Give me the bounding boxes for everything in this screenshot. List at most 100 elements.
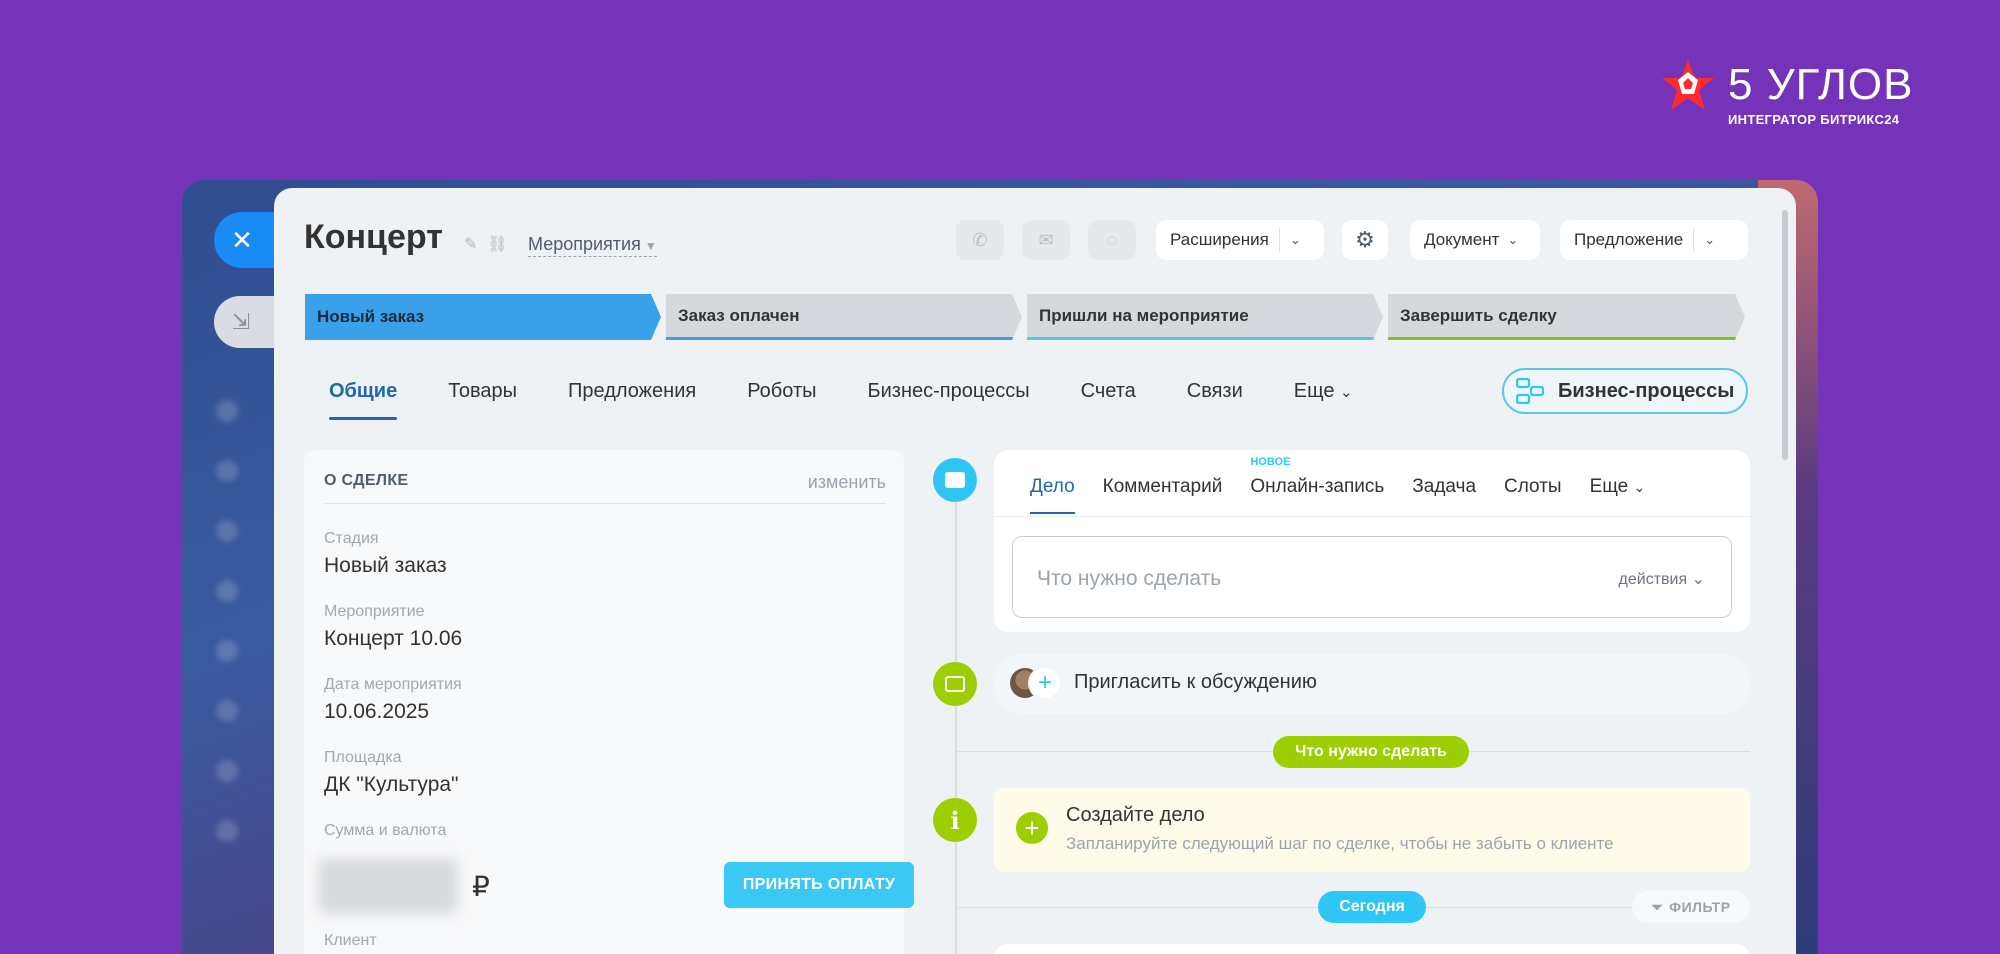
tab-editor-more[interactable]: Еще ⌄ — [1590, 476, 1646, 512]
invite-to-discussion[interactable]: + Пригласить к обсуждению — [994, 654, 1750, 714]
create-activity-hint[interactable]: + Создайте дело Запланируйте следующий ш… — [994, 788, 1750, 872]
field-value: Концерт 10.06 — [324, 627, 463, 650]
gear-icon: ⚙ — [1355, 227, 1375, 252]
create-activity-title: Создайте дело — [1066, 804, 1205, 826]
extensions-button[interactable]: Расширения ⌄ — [1156, 220, 1324, 260]
timeline-chat-dot — [933, 662, 977, 706]
stage-new-order[interactable]: Новый заказ — [305, 294, 661, 340]
today-pill: Сегодня — [1318, 891, 1426, 923]
editor-divider — [994, 516, 1750, 517]
filter-label: ФИЛЬТР — [1669, 899, 1731, 915]
field-label: Клиент — [324, 932, 377, 949]
backdrop-menu-dot — [216, 400, 238, 422]
minimize-arrow-icon: ⇲ — [231, 309, 251, 334]
edit-link[interactable]: изменить — [808, 472, 886, 493]
about-deal-panel: О СДЕЛКЕ изменить Стадия Новый заказ Мер… — [304, 450, 914, 954]
brand-subtitle: ИНТЕГРАТОР БИТРИКС24 — [1728, 112, 1900, 127]
todo-input[interactable]: Что нужно сделать действия ⌄ — [1012, 536, 1732, 618]
stage-close-deal[interactable]: Завершить сделку — [1388, 294, 1745, 340]
tab-activity[interactable]: Дело — [1030, 476, 1075, 514]
chevron-down-icon: ⌄ — [1289, 232, 1301, 247]
tab-more-label: Еще — [1293, 380, 1335, 402]
field-label: Площадка — [324, 749, 402, 766]
toolbar: ✆ ✉ ◌ Расширения ⌄ ⚙ Документ ⌄ Предложени… — [274, 220, 1796, 260]
backdrop-menu-dot — [216, 760, 238, 782]
chat-button[interactable]: ◌ — [1088, 220, 1136, 260]
deal-card: Концерт ✎ ⛓ Мероприятия ▼ ✆ ✉ ◌ Расширения… — [274, 188, 1796, 954]
timeline-item — [994, 944, 1750, 954]
backdrop-menu-dot — [216, 580, 238, 602]
proposal-label: Предложение — [1574, 230, 1684, 249]
about-deal-title: О СДЕЛКЕ — [324, 472, 409, 489]
pentagon-star-icon — [1662, 60, 1714, 110]
settings-button[interactable]: ⚙ — [1342, 220, 1388, 260]
extensions-label: Расширения — [1170, 230, 1269, 249]
mail-button[interactable]: ✉ — [1022, 220, 1070, 260]
actions-dropdown[interactable]: действия ⌄ — [1619, 569, 1705, 589]
stage-order-paid[interactable]: Заказ оплачен — [666, 294, 1022, 340]
backdrop-menu-dot — [216, 460, 238, 482]
brand-name: 5 УГЛОВ — [1728, 60, 1914, 109]
field-label: Стадия — [324, 530, 379, 547]
chevron-down-icon: ⌄ — [1691, 571, 1705, 588]
minimize-slider-button[interactable]: ⇲ — [214, 296, 274, 348]
tab-business-processes[interactable]: Бизнес-процессы — [867, 380, 1029, 420]
proposal-button[interactable]: Предложение ⌄ — [1560, 220, 1748, 260]
pipeline-stages: Новый заказ Заказ оплачен Пришли на меро… — [305, 294, 1745, 340]
field-label: Мероприятие — [324, 603, 425, 620]
timeline-comment-dot — [933, 458, 977, 502]
about-deal-header: О СДЕЛКЕ изменить — [324, 472, 886, 504]
chat-bubble-icon — [945, 676, 965, 692]
tab-invoices[interactable]: Счета — [1081, 380, 1136, 420]
tab-comment[interactable]: Комментарий — [1103, 476, 1223, 512]
field-event: Мероприятие Концерт 10.06 — [324, 603, 462, 651]
tab-products[interactable]: Товары — [448, 380, 517, 420]
tab-proposals[interactable]: Предложения — [568, 380, 696, 420]
backdrop-menu-dot — [216, 700, 238, 722]
brand-logo: 5 УГЛОВ ИНТЕГРАТОР БИТРИКС24 — [1660, 56, 1920, 136]
field-venue: Площадка ДК "Культура" — [324, 749, 459, 797]
field-label: Сумма и валюта — [324, 822, 447, 839]
field-stage: Стадия Новый заказ — [324, 530, 447, 578]
tab-online-booking-label: Онлайн-запись — [1250, 476, 1385, 497]
timeline-line — [955, 484, 957, 954]
currency-symbol: ₽ — [472, 871, 490, 902]
field-value: ДК "Культура" — [324, 773, 459, 796]
todo-placeholder: Что нужно сделать — [1037, 567, 1222, 590]
tab-slots[interactable]: Слоты — [1504, 476, 1562, 512]
flowchart-icon — [1516, 378, 1544, 404]
accept-payment-button[interactable]: ПРИНЯТЬ ОПЛАТУ — [724, 862, 914, 908]
deal-tabs: Общие Товары Предложения Роботы Бизнес-п… — [329, 380, 1404, 420]
field-amount: Сумма и валюта — [324, 822, 446, 840]
close-slider-button[interactable]: ✕ — [214, 212, 274, 268]
tab-relations[interactable]: Связи — [1187, 380, 1243, 420]
field-label: Дата мероприятия — [324, 676, 462, 693]
tab-online-booking[interactable]: НОВОЕ Онлайн-запись — [1250, 456, 1385, 512]
field-value: Новый заказ — [324, 554, 447, 577]
tab-task[interactable]: Задача — [1412, 476, 1476, 512]
chevron-down-icon: ⌄ — [1704, 232, 1716, 247]
info-icon: i — [933, 798, 977, 842]
funnel-icon: ⏷ — [1651, 898, 1664, 915]
phone-button[interactable]: ✆ — [956, 220, 1004, 260]
todo-section-pill: Что нужно сделать — [1273, 736, 1469, 768]
activity-editor: Дело Комментарий НОВОЕ Онлайн-запись Зад… — [994, 450, 1750, 632]
tab-robots[interactable]: Роботы — [747, 380, 816, 420]
document-label: Документ — [1424, 230, 1500, 249]
tab-general[interactable]: Общие — [329, 380, 398, 420]
field-client: Клиент — [324, 932, 377, 950]
mail-icon: ✉ — [1038, 229, 1054, 250]
filter-button[interactable]: ⏷ ФИЛЬТР — [1632, 891, 1750, 923]
close-icon: ✕ — [231, 224, 253, 255]
new-badge: НОВОЕ — [1250, 456, 1291, 468]
editor-tabs: Дело Комментарий НОВОЕ Онлайн-запись Зад… — [1030, 456, 1673, 514]
business-processes-label: Бизнес-процессы — [1558, 379, 1735, 402]
business-processes-button[interactable]: Бизнес-процессы — [1502, 368, 1748, 414]
tab-more[interactable]: Еще ⌄ — [1294, 380, 1353, 420]
plus-icon: + — [1016, 812, 1048, 844]
backdrop-menu-dot — [216, 640, 238, 662]
comment-icon — [945, 472, 965, 488]
chevron-down-icon: ⌄ — [1340, 384, 1353, 401]
stage-attended[interactable]: Пришли на мероприятие — [1027, 294, 1383, 340]
document-button[interactable]: Документ ⌄ — [1410, 220, 1540, 260]
